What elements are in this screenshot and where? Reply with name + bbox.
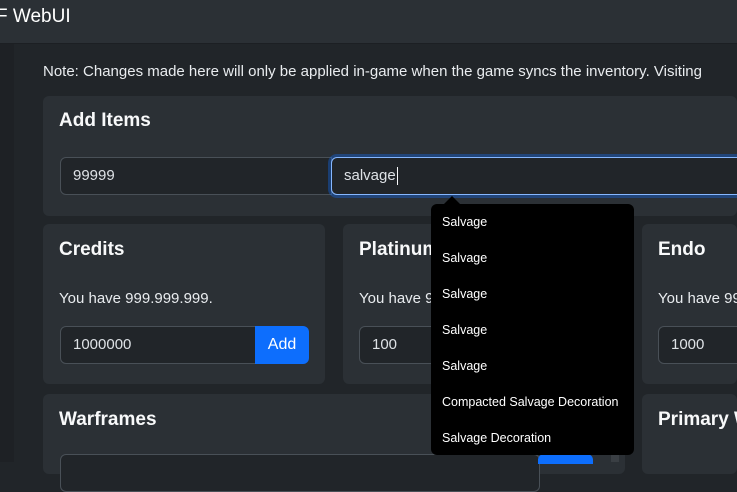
sidebar [0,44,14,462]
platinum-input-value: 100 [372,336,398,353]
autocomplete-option[interactable]: Salvage [442,359,487,373]
sync-note: Note: Changes made here will only be app… [43,63,702,80]
autocomplete-option[interactable]: Salvage [442,251,487,265]
text-caret [396,167,398,186]
endo-title: Endo [658,239,706,260]
autocomplete-dropdown: Salvage Salvage Salvage Salvage Salvage … [431,204,634,455]
warframes-add-button[interactable] [538,454,593,464]
navbar: F WebUI [0,0,737,44]
autocomplete-option[interactable]: Compacted Salvage Decoration [442,395,619,409]
app-title[interactable]: F WebUI [0,6,71,28]
credits-add-button[interactable]: Add [255,326,309,364]
primary-weapons-title: Primary W [658,409,737,430]
credits-title: Credits [59,239,125,260]
quantity-value: 99999 [73,167,115,184]
autocomplete-option[interactable]: Salvage [442,215,487,229]
item-search-input[interactable]: salvage [331,157,737,195]
autocomplete-option[interactable]: Salvage [442,287,487,301]
endo-input-value: 1000 [671,336,705,353]
warframes-title: Warframes [59,409,157,430]
autocomplete-option[interactable]: Salvage [442,323,487,337]
quantity-input[interactable]: 99999 [60,157,332,195]
endo-balance: You have 99 [658,290,737,307]
endo-input[interactable]: 1000 [658,326,737,364]
platinum-balance: You have 9 [359,290,434,307]
credits-input-value: 1000000 [73,336,132,353]
credits-balance: You have 999.999.999. [59,290,213,307]
warframes-input[interactable] [60,454,540,492]
credits-input[interactable]: 1000000 [60,326,256,364]
item-search-value: salvage [344,167,396,184]
autocomplete-option[interactable]: Salvage Decoration [442,431,551,445]
platinum-title: Platinum [359,239,440,260]
primary-card [642,394,737,474]
add-items-title: Add Items [59,110,151,131]
